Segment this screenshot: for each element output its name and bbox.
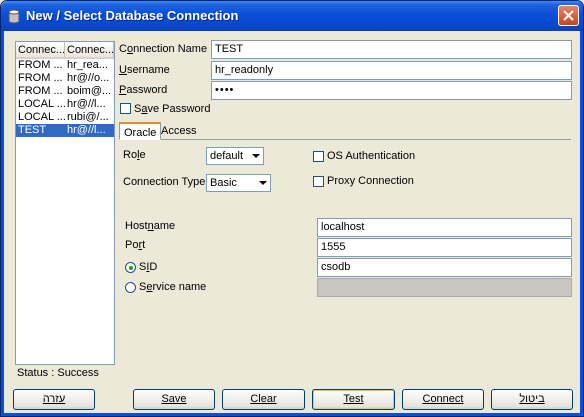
connection-type-select-value: Basic [210, 177, 237, 189]
window-title: New / Select Database Connection [26, 8, 239, 23]
service-name-input[interactable] [317, 278, 572, 297]
window-border-right [580, 31, 583, 416]
username-label: Username [119, 64, 170, 76]
cell-name: FROM ... [18, 85, 63, 97]
database-icon [8, 9, 20, 24]
role-label: Role [123, 149, 146, 161]
cell-details: hr@//o... [67, 72, 110, 84]
cancel-button[interactable]: ביטול [491, 389, 573, 410]
radio-selected-dot [129, 266, 133, 270]
save-password-checkbox[interactable] [120, 103, 131, 114]
os-authentication-checkbox[interactable] [313, 151, 324, 162]
cell-name: TEST [18, 124, 47, 136]
close-icon [563, 10, 574, 21]
connect-button-label: Connect [422, 393, 464, 405]
save-button-label: Save [161, 393, 187, 405]
cell-details: hr@//l... [67, 98, 106, 110]
hostname-input[interactable]: localhost [317, 218, 572, 237]
connection-tabs: Oracle Access [119, 122, 571, 140]
cell-details: rubi@/... [67, 111, 109, 123]
connection-name-input[interactable]: TEST [211, 40, 572, 59]
password-input[interactable]: •••• [211, 81, 572, 100]
column-header-connection-name[interactable]: Connec... [16, 42, 65, 59]
cell-name: FROM ... [18, 72, 63, 84]
connect-button[interactable]: Connect [402, 389, 484, 410]
proxy-connection-label[interactable]: Proxy Connection [327, 175, 414, 187]
chevron-down-icon [252, 154, 260, 158]
status-text: Status : Success [17, 367, 99, 379]
os-authentication-label[interactable]: OS Authentication [327, 150, 415, 162]
tab-oracle[interactable]: Oracle [119, 122, 162, 140]
cell-name: LOCAL ... [18, 111, 65, 123]
connections-table-header: Connec... Connec... [16, 42, 114, 59]
cell-details: hr_rea... [67, 59, 108, 71]
test-button[interactable]: Test [312, 389, 395, 410]
window-border-left [1, 31, 4, 416]
connection-type-select[interactable]: Basic [206, 174, 271, 192]
connection-name-label: Connection Name [119, 43, 208, 55]
help-button[interactable]: עזרה [13, 389, 95, 410]
port-input[interactable]: 1555 [317, 238, 572, 257]
cell-name: FROM ... [18, 59, 63, 71]
table-row[interactable]: FROM ... hr@//o... [16, 72, 114, 85]
port-label: Port [125, 239, 146, 251]
service-name-label[interactable]: Service name [139, 281, 206, 293]
role-select-value: default [210, 150, 244, 162]
hostname-label: Hostname [125, 220, 176, 232]
chevron-down-icon [259, 181, 267, 185]
cancel-button-label: ביטול [519, 393, 545, 405]
username-input[interactable]: hr_readonly [211, 61, 572, 80]
clear-button[interactable]: Clear [222, 389, 305, 410]
sid-input[interactable]: csodb [317, 258, 572, 277]
sid-radio[interactable] [125, 262, 136, 273]
password-label: Password [119, 84, 168, 96]
cell-details: boim@... [67, 85, 112, 97]
table-row[interactable]: LOCAL ... rubi@/... [16, 111, 114, 124]
cell-name: LOCAL ... [18, 98, 65, 110]
help-button-label: עזרה [42, 393, 66, 405]
table-row-selected[interactable]: TEST hr@//l... [16, 124, 114, 137]
proxy-connection-checkbox[interactable] [313, 176, 324, 187]
clear-button-label: Clear [250, 393, 277, 405]
service-name-radio[interactable] [125, 282, 136, 293]
connection-type-label: Connection Type [123, 176, 206, 188]
save-button[interactable]: Save [133, 389, 215, 410]
test-button-label: Test [343, 393, 364, 405]
role-select[interactable]: default [206, 147, 264, 165]
table-row[interactable]: LOCAL ... hr@//l... [16, 98, 114, 111]
title-bar[interactable]: New / Select Database Connection [1, 1, 583, 31]
connections-table[interactable]: Connec... Connec... FROM ... hr_rea... F… [15, 41, 115, 365]
tab-access[interactable]: Access [157, 122, 200, 140]
dialog-window: New / Select Database Connection Connec.… [0, 0, 584, 417]
close-button[interactable] [558, 5, 579, 26]
cell-details: hr@//l... [67, 124, 106, 136]
window-border-bottom [1, 413, 583, 416]
save-password-label[interactable]: Save Password [134, 103, 210, 115]
table-row[interactable]: FROM ... boim@... [16, 85, 114, 98]
table-row[interactable]: FROM ... hr_rea... [16, 59, 114, 72]
column-header-connection-details[interactable]: Connec... [65, 42, 114, 59]
sid-label[interactable]: SID [139, 261, 157, 273]
